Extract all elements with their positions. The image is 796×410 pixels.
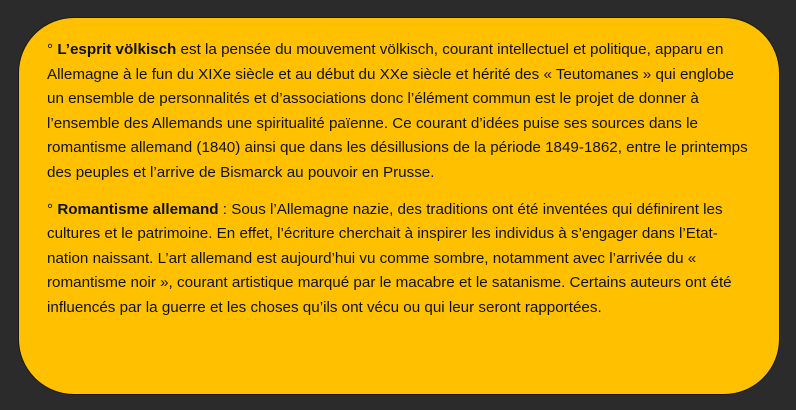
entry-marker: °: [47, 41, 54, 58]
glossary-card: ° L’esprit völkisch est la pensée du mou…: [18, 17, 780, 395]
entry-definition: est la pensée du mouvement völkisch, cou…: [47, 41, 748, 181]
entry-term: L’esprit völkisch: [57, 41, 177, 58]
glossary-entry-esprit-volkisch: ° L’esprit völkisch est la pensée du mou…: [47, 38, 755, 186]
entry-term: Romantisme allemand: [57, 200, 219, 218]
entry-marker: °: [47, 200, 54, 218]
glossary-entry-romantisme-allemand: ° Romantisme allemand : Sous l’Allemagne…: [47, 198, 755, 321]
